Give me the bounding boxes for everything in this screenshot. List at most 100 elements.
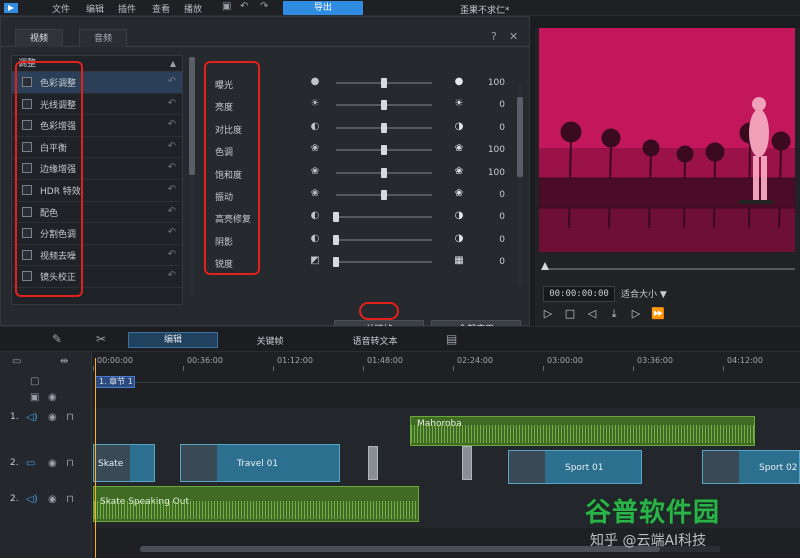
adjustment-item[interactable]: 白平衡 ↶ (12, 137, 182, 159)
video-preview[interactable] (539, 28, 795, 252)
adjustment-checkbox[interactable] (22, 163, 32, 174)
adjustment-item[interactable]: 配色 ↶ (12, 202, 182, 224)
slider-track[interactable] (336, 216, 432, 219)
slider-handle[interactable] (381, 145, 387, 156)
mode-keyframe-button[interactable]: 关键帧 (225, 334, 315, 347)
adjustment-checkbox[interactable] (22, 98, 32, 109)
pen-icon[interactable]: ✎ (52, 332, 62, 346)
slider-handle[interactable] (381, 122, 387, 133)
slider-value[interactable]: 0 (481, 212, 505, 222)
slider-handle[interactable] (381, 100, 387, 111)
lock-icon[interactable]: ⊓ (66, 458, 74, 469)
adjustment-list-scrollbar[interactable] (189, 57, 195, 297)
prev-frame-icon[interactable]: ◁ (585, 307, 599, 321)
slider-value[interactable]: 0 (481, 123, 505, 133)
undo-icon[interactable]: ↶ (240, 1, 248, 12)
playhead[interactable] (95, 358, 96, 558)
reset-icon[interactable]: ↶ (168, 227, 176, 238)
video-clip-sport-01[interactable]: Sport 01 (508, 450, 642, 484)
scissors-icon[interactable]: ✂ (96, 332, 106, 346)
reset-icon[interactable]: ↶ (168, 98, 176, 109)
reset-icon[interactable]: ↶ (168, 141, 176, 152)
reset-icon[interactable]: ↶ (168, 76, 176, 87)
reset-icon[interactable]: ↶ (168, 184, 176, 195)
visibility-eye-icon[interactable]: ◉ (48, 458, 57, 469)
scrollbar-thumb[interactable] (517, 97, 523, 177)
adjustment-item[interactable]: 分割色调 ↶ (12, 223, 182, 245)
video-clip-sport-02[interactable]: Sport 02 (702, 450, 800, 484)
slider-value[interactable]: 0 (481, 235, 505, 245)
adjustment-item[interactable]: 色彩调整 ↶ (12, 72, 182, 94)
video-clip-travel-01[interactable]: Travel 01 (180, 444, 340, 482)
slider-handle[interactable] (333, 234, 339, 245)
adjustment-item[interactable]: 视频去噪 ↶ (12, 245, 182, 267)
preview-scrubber[interactable] (541, 262, 795, 270)
slider-value[interactable]: 100 (481, 168, 505, 178)
adjustment-checkbox[interactable] (22, 120, 32, 131)
fast-forward-icon[interactable]: ⏩ (651, 307, 665, 321)
adjustment-list-header[interactable]: 调整 ▲ (12, 56, 182, 72)
stop-icon[interactable]: □ (563, 307, 577, 321)
zoom-fit-dropdown[interactable]: 适合大小 ▼ (621, 287, 667, 300)
reset-icon[interactable]: ↶ (168, 206, 176, 217)
sliders-scrollbar[interactable] (517, 85, 523, 285)
reset-icon[interactable]: ↶ (168, 162, 176, 173)
slider-value[interactable]: 100 (481, 145, 505, 155)
reset-icon[interactable]: ↶ (168, 270, 176, 281)
mode-edit-button[interactable]: 编辑 (128, 332, 218, 348)
lock-icon[interactable]: ⊓ (66, 412, 74, 423)
adjustment-item[interactable]: 边缘增强 ↶ (12, 158, 182, 180)
tab-video[interactable]: 视频 (15, 29, 64, 47)
chapter-marker[interactable]: 1. 章节 1 (95, 376, 135, 388)
scrollbar-thumb[interactable] (189, 57, 195, 175)
adjustment-checkbox[interactable] (22, 206, 32, 217)
subtitle-icon[interactable]: ▤ (446, 332, 457, 346)
reset-icon[interactable]: ↶ (168, 249, 176, 260)
slider-value[interactable]: 100 (481, 78, 505, 88)
slider-track[interactable] (336, 261, 432, 264)
slider-handle[interactable] (381, 190, 387, 200)
adjustment-checkbox[interactable] (22, 77, 32, 87)
slider-value[interactable]: 0 (481, 100, 505, 110)
save-icon[interactable]: ▣ (222, 1, 231, 12)
slider-handle[interactable] (333, 257, 339, 268)
close-icon[interactable]: ✕ (509, 30, 518, 43)
visibility-eye-icon[interactable]: ◉ (48, 412, 57, 423)
slider-track[interactable] (336, 238, 432, 241)
video-clip-skate[interactable]: Skate (93, 444, 155, 482)
menu-file[interactable]: 文件 (52, 2, 70, 15)
menu-playback[interactable]: 播放 (184, 2, 202, 15)
scrubber-handle[interactable] (541, 262, 549, 270)
audio-clip-skate-speaking-out[interactable]: Skate Speaking Out (93, 486, 419, 522)
play-icon[interactable]: ▷ (541, 307, 555, 321)
menu-edit[interactable]: 编辑 (86, 2, 104, 15)
next-frame-icon[interactable]: ▷ (629, 307, 643, 321)
scrollbar-thumb[interactable] (140, 546, 660, 552)
audio-clip-mahoroba[interactable]: Mahoroba (410, 416, 755, 446)
redo-icon[interactable]: ↷ (260, 1, 268, 12)
adjustment-item[interactable]: 镜头校正 ↶ (12, 266, 182, 288)
mode-speech-to-text-button[interactable]: 语音转文本 (330, 334, 420, 347)
menu-plugins[interactable]: 插件 (118, 2, 136, 15)
adjustment-item[interactable]: 色彩增强 ↶ (12, 115, 182, 137)
snapshot-icon[interactable]: ⤓ (607, 307, 621, 321)
adjustment-checkbox[interactable] (22, 271, 32, 282)
adjustment-checkbox[interactable] (22, 228, 32, 239)
export-button[interactable]: 导出 (283, 1, 363, 15)
slider-value[interactable]: 0 (481, 190, 505, 200)
visibility-eye-icon[interactable]: ◉ (48, 494, 57, 505)
reset-icon[interactable]: ↶ (168, 119, 176, 130)
menu-view[interactable]: 查看 (152, 2, 170, 15)
collapse-icon[interactable]: ▲ (170, 56, 176, 72)
adjustment-item[interactable]: HDR 特效 ↶ (12, 180, 182, 202)
adjustment-checkbox[interactable] (22, 184, 32, 195)
slider-value[interactable]: 0 (481, 257, 505, 267)
slider-handle[interactable] (333, 212, 339, 223)
lock-icon[interactable]: ⊓ (66, 494, 74, 505)
adjustment-checkbox[interactable] (22, 141, 32, 152)
visibility-eye-icon[interactable]: ◉ (48, 392, 57, 403)
slider-handle[interactable] (381, 78, 387, 88)
transition-clip[interactable] (368, 446, 378, 480)
fit-timeline-icon[interactable]: ⇹ (60, 356, 68, 367)
timeline-ruler[interactable]: 00:00:00 00:36:00 01:12:00 01:48:00 02:24:00… (93, 356, 800, 371)
